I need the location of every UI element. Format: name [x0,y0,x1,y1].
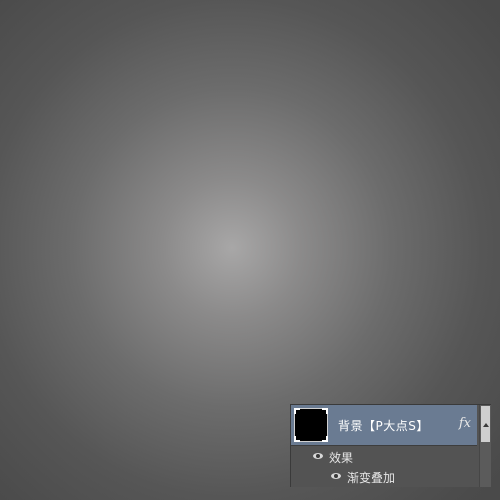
thumbnail-corner-marker [294,408,300,414]
eye-icon[interactable] [331,473,341,479]
layers-panel: 背景【P大点S】 fx 效果 渐变叠加 [290,404,491,487]
thumbnail-corner-marker [294,436,300,442]
scrollbar-thumb[interactable] [481,406,490,442]
effect-item-gradient-overlay[interactable]: 渐变叠加 [291,466,477,486]
effect-item-label: 渐变叠加 [347,471,396,485]
scroll-up-arrow-icon[interactable] [483,423,489,427]
effects-row[interactable]: 效果 [291,446,477,467]
fx-icon[interactable]: fx [459,416,471,431]
layer-name[interactable]: 背景【P大点S】 [338,417,429,434]
layer-thumbnail[interactable] [294,408,328,442]
thumbnail-corner-marker [322,436,328,442]
effects-label: 效果 [329,451,354,465]
panel-scrollbar[interactable] [479,405,491,487]
eye-icon[interactable] [313,453,323,459]
thumbnail-corner-marker [322,408,328,414]
layer-row-background[interactable]: 背景【P大点S】 fx [291,405,477,446]
